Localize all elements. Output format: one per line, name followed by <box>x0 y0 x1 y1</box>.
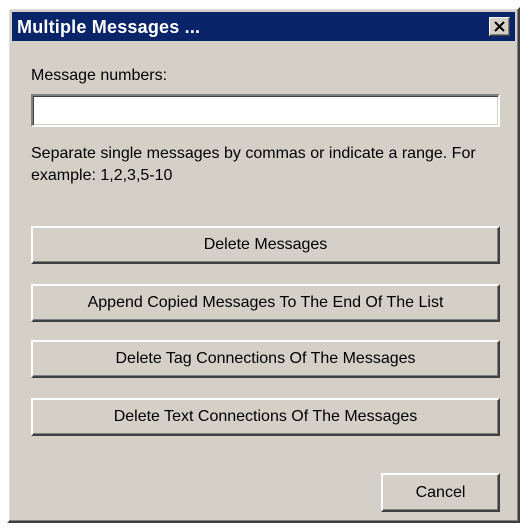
append-copied-messages-button[interactable]: Append Copied Messages To The End Of The… <box>31 284 500 322</box>
close-button[interactable] <box>489 17 510 36</box>
message-numbers-label: Message numbers: <box>31 67 168 84</box>
delete-messages-button[interactable]: Delete Messages <box>31 226 500 264</box>
delete-text-connections-button[interactable]: Delete Text Connections Of The Messages <box>31 398 500 436</box>
multiple-messages-dialog: Multiple Messages ... Message numbers: S… <box>7 7 520 523</box>
message-numbers-input[interactable] <box>31 94 500 127</box>
dialog-title: Multiple Messages ... <box>17 17 201 37</box>
delete-tag-connections-button[interactable]: Delete Tag Connections Of The Messages <box>31 340 500 378</box>
title-bar[interactable]: Multiple Messages ... <box>12 12 515 41</box>
help-text: Separate single messages by commas or in… <box>31 145 476 184</box>
cancel-button[interactable]: Cancel <box>381 473 500 512</box>
close-x-icon <box>494 21 505 32</box>
